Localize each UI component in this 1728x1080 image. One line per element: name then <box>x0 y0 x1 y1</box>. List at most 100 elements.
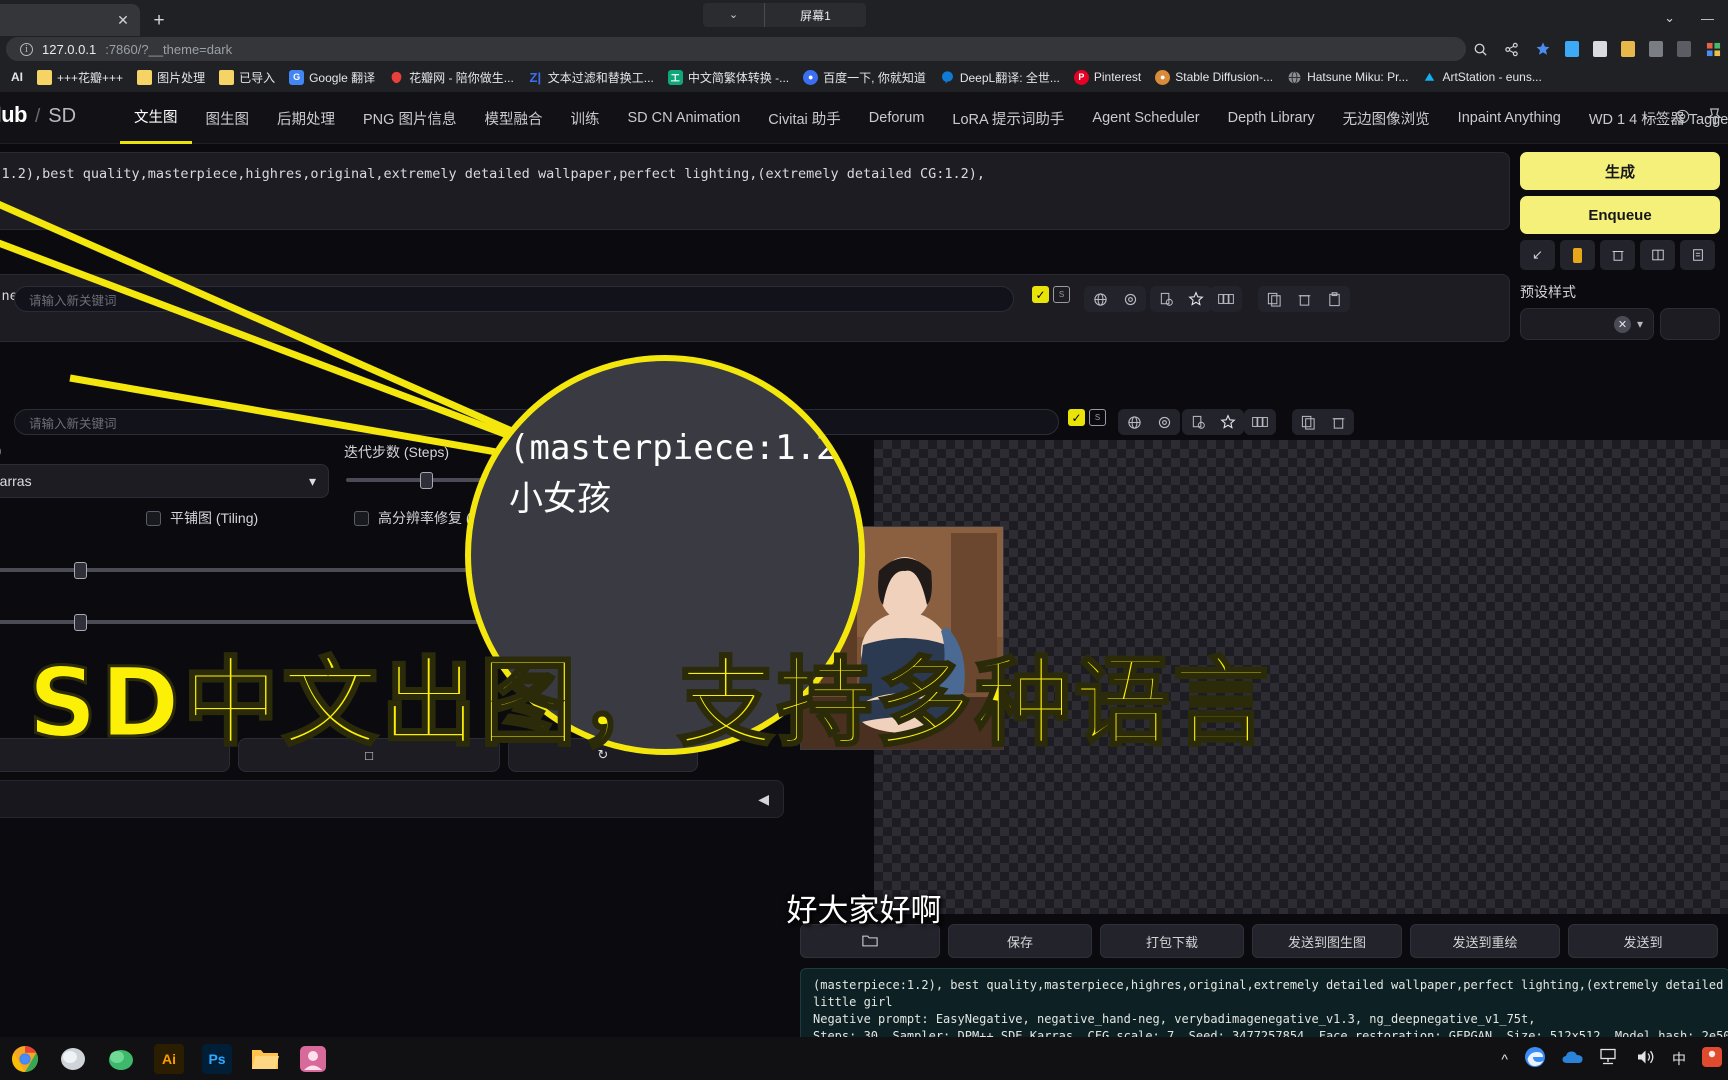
bookmark-item[interactable]: ● 百度一下, 你就知道 <box>796 65 933 89</box>
address-bar[interactable]: i 127.0.0.1 :7860/?__theme=dark <box>6 37 1466 61</box>
globe-icon[interactable] <box>1087 286 1113 312</box>
positive-translate-toggle[interactable]: ✓ S <box>1032 286 1070 303</box>
chevron-left-icon[interactable]: ◀ <box>758 791 769 808</box>
generate-button[interactable]: 生成 <box>1520 152 1720 190</box>
trash-icon[interactable] <box>1325 409 1351 435</box>
ime-indicator[interactable]: 中 <box>1672 1049 1686 1069</box>
tiling-checkbox-row[interactable]: 平铺图 (Tiling) <box>146 508 258 528</box>
chevron-down-icon[interactable]: ⌄ <box>703 3 765 27</box>
explorer-icon[interactable] <box>250 1044 280 1074</box>
bookmark-item[interactable]: G Google 翻译 <box>282 65 382 89</box>
cards-icon[interactable] <box>1247 409 1273 435</box>
wechat2-icon[interactable] <box>106 1044 136 1074</box>
bookmark-item[interactable]: 已导入 <box>212 65 282 89</box>
ext-icon-2[interactable] <box>1593 41 1607 57</box>
translate-box-icon[interactable]: S <box>1053 286 1070 303</box>
tab-img2img[interactable]: 图生图 <box>192 92 264 144</box>
ext-icon-5[interactable] <box>1677 41 1691 57</box>
translate-check-icon[interactable]: ✓ <box>1068 409 1085 426</box>
tab-agent-scheduler[interactable]: Agent Scheduler <box>1078 92 1213 144</box>
tab-train[interactable]: 训练 <box>556 92 613 144</box>
positive-keyword-input[interactable]: 请输入新关键词 <box>14 286 1014 312</box>
edge-icon[interactable] <box>1524 1046 1546 1071</box>
styles-dropdown[interactable]: ✕ ▾ <box>1520 308 1654 340</box>
pin-icon[interactable] <box>1707 107 1722 129</box>
screen-selector[interactable]: ⌄ 屏幕1 <box>703 3 866 27</box>
bookmark-item[interactable]: 图片处理 <box>130 65 212 89</box>
translate-check-icon[interactable]: ✓ <box>1032 286 1049 303</box>
trash-icon[interactable] <box>1291 286 1317 312</box>
wechat-icon[interactable] <box>58 1044 88 1074</box>
clipboard-yellow-icon[interactable] <box>1560 240 1595 270</box>
copy-icon[interactable] <box>1295 409 1321 435</box>
bookmark-item[interactable]: ArtStation - euns... <box>1415 65 1548 89</box>
chrome-icon[interactable] <box>10 1044 40 1074</box>
illustrator-icon[interactable]: Ai <box>154 1043 184 1074</box>
tab-inpaint-anything[interactable]: Inpaint Anything <box>1444 92 1575 144</box>
styles-extra[interactable] <box>1660 308 1720 340</box>
settings-gear-icon[interactable] <box>1674 108 1691 129</box>
hires-checkbox[interactable] <box>354 510 369 526</box>
positive-prompt-textarea[interactable]: ece:1.2),best quality,masterpiece,highre… <box>0 152 1510 230</box>
panel-icon[interactable] <box>1640 240 1675 270</box>
script-accordion[interactable]: r ◀ <box>0 780 784 818</box>
tab-deforum[interactable]: Deforum <box>855 92 939 144</box>
tab-sd-cn-animation[interactable]: SD CN Animation <box>613 92 754 144</box>
star-icon[interactable] <box>1215 409 1241 435</box>
share-icon[interactable] <box>1503 41 1520 58</box>
bookmark-item[interactable]: ● Stable Diffusion-... <box>1148 65 1280 89</box>
ext-icon-3[interactable] <box>1621 41 1635 57</box>
bookmark-item[interactable]: AI <box>4 65 30 89</box>
tab-lora-prompt-helper[interactable]: LoRA 提示词助手 <box>938 92 1078 144</box>
ext-icon-4[interactable] <box>1649 41 1663 57</box>
x-circle-icon[interactable]: ✕ <box>1613 315 1631 333</box>
close-icon[interactable]: ✕ <box>114 11 132 29</box>
network-icon[interactable] <box>1600 1048 1620 1069</box>
ext-icon-1[interactable] <box>1565 41 1579 57</box>
hires-checkbox-row[interactable]: 高分辨率修复 (H <box>354 508 481 528</box>
gear-icon[interactable] <box>1117 286 1143 312</box>
star-icon[interactable] <box>1183 286 1209 312</box>
enqueue-button[interactable]: Enqueue <box>1520 196 1720 234</box>
tab-checkpoint-merger[interactable]: 模型融合 <box>470 92 556 144</box>
height-slider-knob[interactable] <box>74 614 87 631</box>
trash-icon[interactable] <box>1600 240 1635 270</box>
tab-civitai-helper[interactable]: Civitai 助手 <box>754 92 855 144</box>
arrow-down-left-icon[interactable]: ↙ <box>1520 240 1555 270</box>
globe-icon[interactable] <box>1121 409 1147 435</box>
chevron-down-icon[interactable]: ▾ <box>1637 317 1643 331</box>
translate-box-icon[interactable]: S <box>1089 409 1106 426</box>
plus-icon[interactable]: + <box>146 8 172 34</box>
bookmark-item[interactable]: Hatsune Miku: Pr... <box>1280 65 1415 89</box>
bookmark-item[interactable]: Z| 文本过滤和替换工... <box>521 65 661 89</box>
negative-translate-toggle[interactable]: ✓ S <box>1068 409 1106 426</box>
restore-icon[interactable]: — <box>1701 11 1714 26</box>
sampler-dropdown[interactable]: DE Karras ▾ <box>0 464 329 498</box>
paste-icon[interactable] <box>1321 286 1347 312</box>
tab-txt2img[interactable]: 文生图 <box>120 92 192 144</box>
tab-png-info[interactable]: PNG 图片信息 <box>349 92 470 144</box>
width-slider-knob[interactable] <box>74 562 87 579</box>
tiling-checkbox[interactable] <box>146 510 161 526</box>
list-icon[interactable] <box>1680 240 1715 270</box>
steps-slider-knob[interactable] <box>420 472 433 489</box>
bookmark-item[interactable]: 工 中文简繁体转换 -... <box>661 65 796 89</box>
chevron-down-icon[interactable]: ▾ <box>309 473 316 490</box>
copy-icon[interactable] <box>1261 286 1287 312</box>
search-icon[interactable] <box>1472 41 1489 58</box>
bookmark-item[interactable]: P Pinterest <box>1067 65 1148 89</box>
chevron-up-icon[interactable]: ^ <box>1501 1051 1508 1067</box>
onedrive-icon[interactable] <box>1562 1049 1584 1068</box>
tray-icon[interactable] <box>1702 1047 1722 1070</box>
ellipsis-icon[interactable]: ⋯ <box>1643 109 1658 127</box>
profile-icon[interactable] <box>1705 41 1722 58</box>
bookmark-item[interactable]: 花瓣网 - 陪你做生... <box>382 65 521 89</box>
bookmark-star-icon[interactable] <box>1534 41 1551 58</box>
volume-icon[interactable] <box>1636 1048 1656 1069</box>
bookmark-item[interactable]: +++花瓣+++ <box>30 65 130 89</box>
photoshop-icon[interactable]: Ps <box>202 1043 232 1074</box>
app-icon[interactable] <box>298 1044 328 1074</box>
history-icon[interactable] <box>1185 409 1211 435</box>
browser-tab[interactable]: ffusion ✕ <box>0 4 140 36</box>
site-info-icon[interactable]: i <box>20 42 33 56</box>
